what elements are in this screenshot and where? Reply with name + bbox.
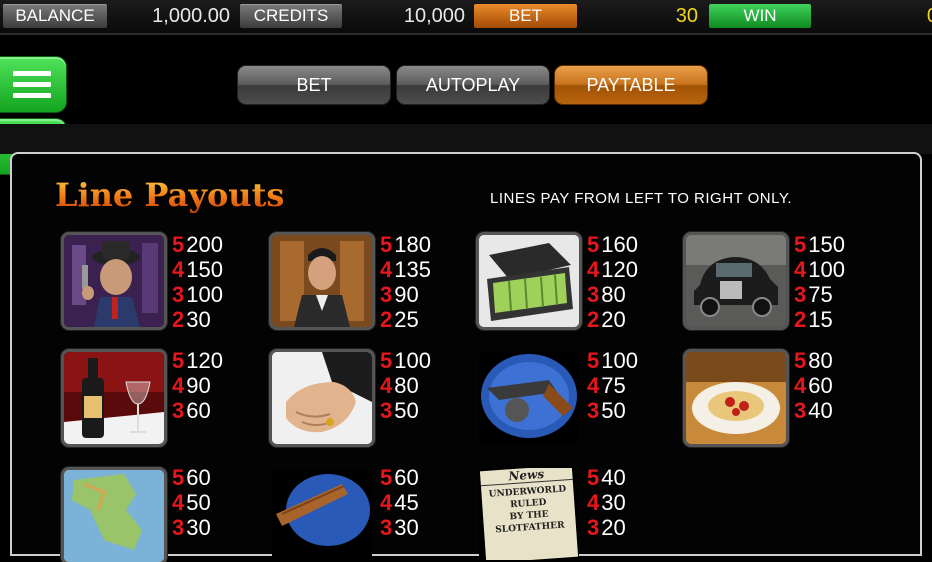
pays-briefcase: 5160 4120 380 220 bbox=[587, 232, 638, 332]
tab-autoplay[interactable]: AUTOPLAY bbox=[396, 65, 550, 105]
bet-value: 30 bbox=[675, 5, 698, 27]
pays-tommygun: 5100 475 350 bbox=[587, 348, 638, 423]
cigar-icon bbox=[272, 470, 372, 562]
bet-label: BET bbox=[474, 4, 577, 28]
win-value: 0 bbox=[814, 4, 932, 28]
newspaper-headline-2: BY THE SLOTFATHER bbox=[495, 509, 565, 536]
pays-spaghetti: 580 460 340 bbox=[794, 348, 833, 423]
spaghetti-plate-icon bbox=[686, 352, 786, 444]
mobster-gun-icon bbox=[64, 235, 164, 327]
pays-gangster: 5180 4135 390 225 bbox=[380, 232, 431, 332]
win-label: WIN bbox=[709, 4, 811, 28]
newspaper-icon: News UNDERWORLD RULED BY THE SLOTFATHER bbox=[479, 468, 579, 560]
credits-value: 10,000 bbox=[403, 5, 465, 27]
gangster-suit-icon bbox=[272, 235, 372, 327]
vintage-car-icon bbox=[686, 235, 786, 327]
pays-mobster: 5200 4150 3100 230 bbox=[172, 232, 223, 332]
credits-label: CREDITS bbox=[240, 4, 342, 28]
italy-map-icon bbox=[64, 470, 164, 562]
balance-label: BALANCE bbox=[3, 4, 107, 28]
tommy-gun-icon bbox=[479, 352, 579, 444]
status-bar: BALANCE 1,000.00 CREDITS 10,000 BET 30 W… bbox=[0, 0, 932, 35]
pays-car: 5150 4100 375 215 bbox=[794, 232, 845, 332]
pays-hand: 5100 480 350 bbox=[380, 348, 431, 423]
menu-button[interactable] bbox=[0, 57, 66, 112]
hamburger-icon bbox=[13, 71, 51, 104]
panel-frame bbox=[0, 124, 932, 154]
ring-hand-icon bbox=[272, 352, 372, 444]
cash-briefcase-icon bbox=[479, 235, 579, 327]
pays-wine: 5120 490 360 bbox=[172, 348, 223, 423]
balance-value: 1,000.00 bbox=[152, 5, 230, 27]
wine-bottle-icon bbox=[64, 352, 164, 444]
lines-pay-note: LINES PAY FROM LEFT TO RIGHT ONLY. bbox=[490, 190, 793, 207]
tab-bet[interactable]: BET bbox=[237, 65, 391, 105]
tab-paytable[interactable]: PAYTABLE bbox=[554, 65, 708, 105]
page-title: Line Payouts bbox=[55, 176, 285, 214]
